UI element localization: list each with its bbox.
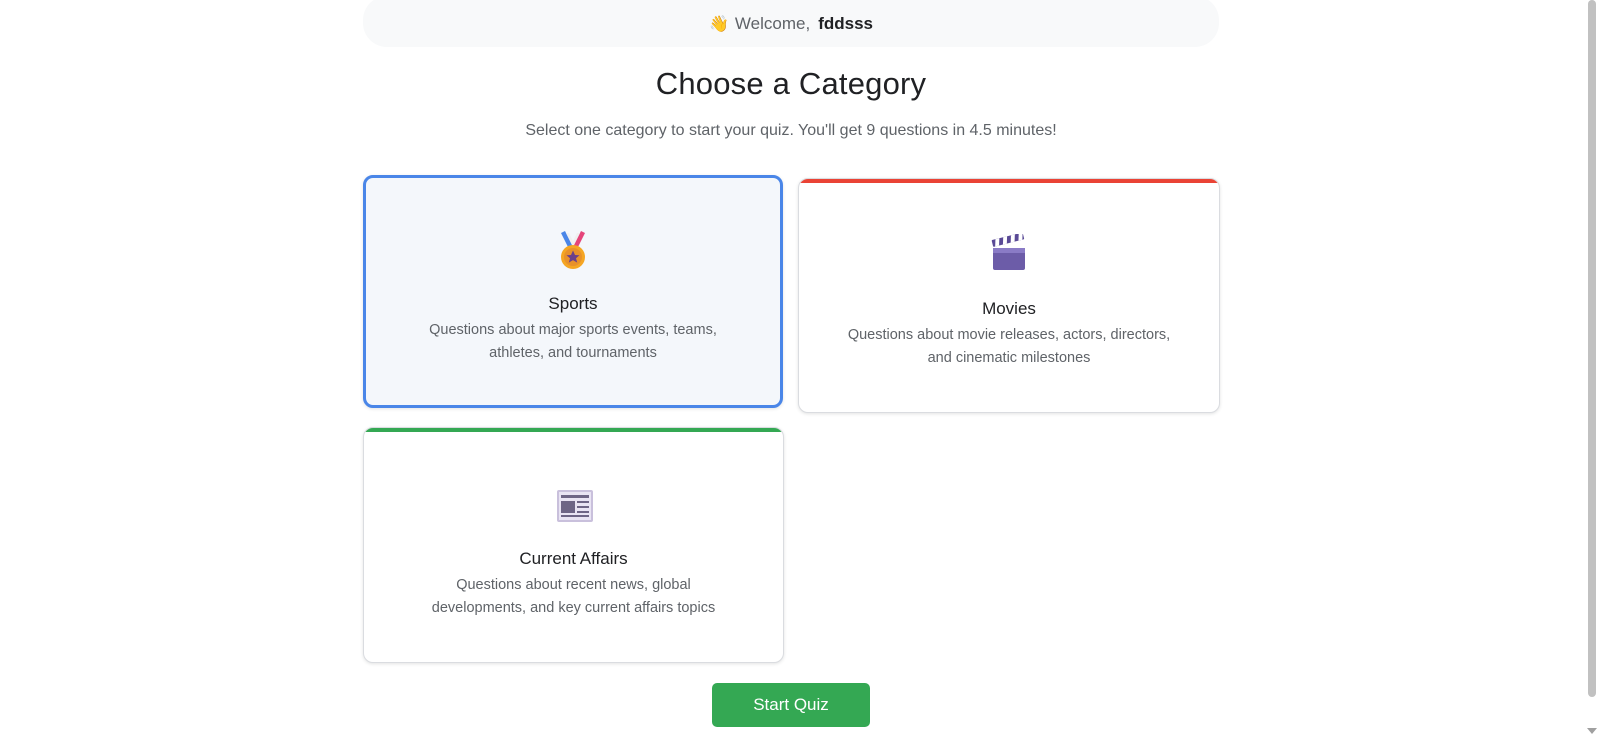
page-title: Choose a Category: [655, 66, 927, 101]
category-title: Sports: [548, 294, 598, 313]
scroll-down-arrow-icon[interactable]: [1587, 728, 1597, 734]
category-description: Questions about movie releases, actors, …: [847, 327, 1171, 366]
clapperboard-icon: [989, 232, 1029, 274]
category-description: Questions about major sports events, tea…: [429, 322, 717, 361]
scrollbar-thumb[interactable]: [1588, 0, 1596, 697]
category-card-current-affairs[interactable]: Current Affairs Questions about recent n…: [363, 427, 784, 663]
quiz-category-page: 👋 Welcome, fddsss Choose a Category Sele…: [0, 0, 1600, 738]
accent-strip-red: [799, 179, 1219, 183]
waving-hand-icon: 👋: [709, 15, 729, 33]
category-card-movies[interactable]: Movies Questions about movie releases, a…: [798, 178, 1220, 413]
page-subtitle: Select one category to start your quiz. …: [525, 122, 1057, 139]
accent-strip-green: [364, 428, 783, 432]
medal-icon: [553, 231, 593, 271]
category-card-sports[interactable]: Sports Questions about major sports even…: [363, 175, 783, 408]
category-title: Movies: [982, 299, 1036, 318]
vertical-scrollbar[interactable]: [1583, 0, 1600, 738]
category-title: Current Affairs: [519, 549, 628, 568]
welcome-text: Welcome,: [734, 13, 811, 33]
start-quiz-button[interactable]: Start Quiz: [712, 683, 870, 727]
welcome-banner: 👋 Welcome, fddsss: [363, 0, 1219, 47]
newspaper-icon: [554, 485, 594, 525]
category-description: Questions about recent news, global deve…: [431, 577, 716, 616]
username: fddsss: [818, 13, 873, 33]
